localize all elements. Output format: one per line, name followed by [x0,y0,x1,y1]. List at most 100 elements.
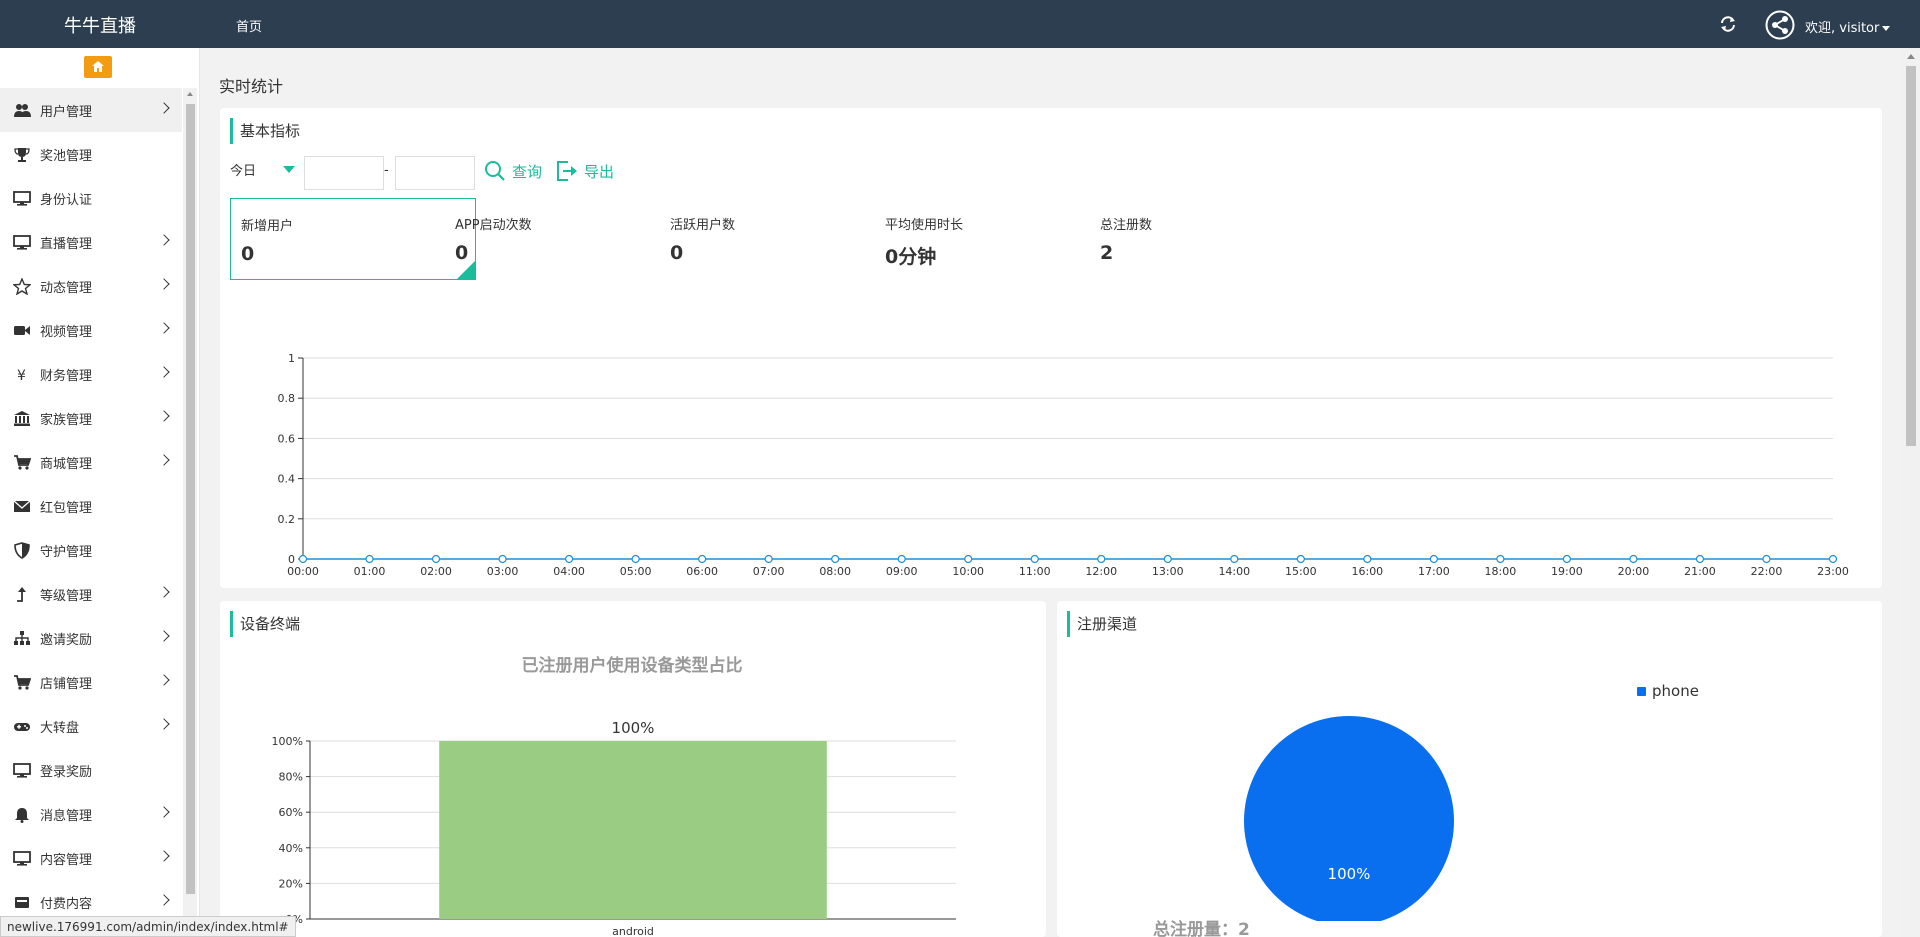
data-point [1762,554,1771,564]
stat-card[interactable]: 新增用户 0 [230,198,476,280]
query-button[interactable]: 查询 [484,160,542,182]
pie-legend[interactable]: phone [1637,682,1699,700]
total-registrations: 总注册量：2 [1153,920,1250,937]
x-tick-label: 12:00 [1085,565,1117,578]
stat-card[interactable]: 平均使用时长 0分钟 [875,198,1121,280]
x-tick-label: 17:00 [1418,565,1450,578]
sidebar-item[interactable]: 视频管理 [0,308,182,352]
sidebar-item[interactable]: 等级管理 [0,572,182,616]
sidebar-item-label: 守护管理 [40,544,93,560]
scroll-up-arrow-icon[interactable] [1907,54,1915,59]
svg-text:¥: ¥ [17,368,26,383]
chevron-right-icon [158,278,170,290]
star-icon [12,277,32,295]
sidebar-scroll-thumb[interactable] [186,104,195,894]
sidebar-item[interactable]: 商城管理 [0,440,182,484]
data-point [964,554,973,564]
stat-value: 0 [241,243,255,265]
channel-pie-chart: 100% [1244,716,1454,921]
stat-value: 2 [1100,242,1114,264]
sidebar-item[interactable]: 守护管理 [0,528,182,572]
x-tick-label: 14:00 [1218,565,1250,578]
stat-value: 0分钟 [885,246,937,268]
stat-card[interactable]: APP启动次数 0 [445,198,691,280]
data-point [631,554,640,564]
hourly-line-chart: 00.20.40.60.8100:00 01:00 02:00 03:00 04:00 0… [278,352,1849,578]
sidebar-item[interactable]: 奖池管理 [0,132,182,176]
chart-title: 已注册用户使用设备类型占比 [522,655,743,676]
sidebar-item[interactable]: 直播管理 [0,220,182,264]
monitor-icon [12,190,32,206]
data-point [1496,554,1505,564]
legend-swatch-phone [1637,686,1646,696]
chevron-right-icon [158,234,170,246]
data-point [1828,554,1838,564]
data-point [831,554,840,564]
users-icon [12,102,32,118]
sidebar-menu: 用户管理奖池管理身份认证直播管理 动态管理 视频管理 ¥ 财务管理 家族管理商城管理红包管… [0,88,182,924]
data-point [1296,554,1305,564]
stat-card[interactable]: 总注册数 2 [1090,198,1336,280]
x-tick-label: 16:00 [1351,565,1383,578]
data-point [431,554,441,564]
x-tick-label: 22:00 [1751,565,1783,578]
export-button[interactable]: 导出 [556,160,614,182]
sidebar-home-button[interactable] [84,56,112,78]
sidebar-item[interactable]: 家族管理 [0,396,182,440]
sidebar-item[interactable]: ¥ 财务管理 [0,352,182,396]
start-date-input[interactable] [304,156,384,190]
x-tick-label: 01:00 [354,565,386,578]
period-select-value: 今日 [230,164,257,179]
top-navbar: 牛牛直播 首页 欢迎, visitor [0,0,1920,48]
main-scroll-thumb[interactable] [1906,66,1916,446]
x-tick-label: 02:00 [420,565,452,578]
sidebar-item[interactable]: 红包管理 [0,484,182,528]
legend-label-phone: phone [1652,682,1699,700]
monitor-icon [12,234,32,250]
stat-card[interactable]: 活跃用户数 0 [660,198,906,280]
x-tick-label: 10:00 [952,565,984,578]
y-tick-label: 60% [279,806,303,819]
sidebar-item-label: 用户管理 [40,104,93,120]
x-tick-label: 11:00 [1019,565,1051,578]
sidebar-item[interactable]: 店铺管理 [0,660,182,704]
sidebar-item-label: 登录奖励 [40,764,93,780]
nav-home-link[interactable]: 首页 [236,16,262,35]
sidebar-scrollbar[interactable] [183,88,197,937]
user-welcome-dropdown[interactable]: 欢迎, visitor [1805,17,1891,36]
chevron-right-icon [158,102,170,114]
dropdown-caret-icon[interactable] [283,166,295,173]
sidebar-item[interactable]: 动态管理 [0,264,182,308]
stat-label: 总注册数 [1100,218,1153,233]
sidebar-item[interactable]: 用户管理 [0,88,182,132]
chevron-right-icon [158,718,170,730]
chevron-right-icon [158,322,170,334]
monitor-icon [12,850,32,866]
avatar-share-icon[interactable] [1765,10,1795,40]
data-point [564,554,574,564]
x-tick-label: 13:00 [1152,565,1184,578]
sidebar-item[interactable]: 身份认证 [0,176,182,220]
sidebar-item-label: 身份认证 [40,192,93,208]
sidebar-item[interactable]: 消息管理 [0,792,182,836]
shield-icon [12,541,32,559]
brand-title[interactable]: 牛牛直播 [64,12,136,38]
x-tick-label: 20:00 [1618,565,1650,578]
x-tick-label: 07:00 [753,565,785,578]
data-point [1695,554,1705,564]
sidebar-item[interactable]: 大转盘 [0,704,182,748]
y-tick-label: 0.6 [278,432,296,445]
sidebar-item[interactable]: 登录奖励 [0,748,182,792]
data-point [764,554,773,564]
pie-slice [1244,716,1454,921]
end-date-input[interactable] [395,156,475,190]
refresh-icon[interactable] [1718,14,1738,34]
sidebar-item-label: 等级管理 [40,588,93,604]
scroll-up-arrow-icon[interactable] [187,92,193,96]
stat-label: 新增用户 [241,219,294,234]
x-tick-label: 23:00 [1817,565,1849,578]
sidebar-item-label: 商城管理 [40,456,93,472]
sidebar-item[interactable]: 内容管理 [0,836,182,880]
main-scrollbar[interactable] [1902,48,1920,937]
sidebar-item[interactable]: 邀请奖励 [0,616,182,660]
